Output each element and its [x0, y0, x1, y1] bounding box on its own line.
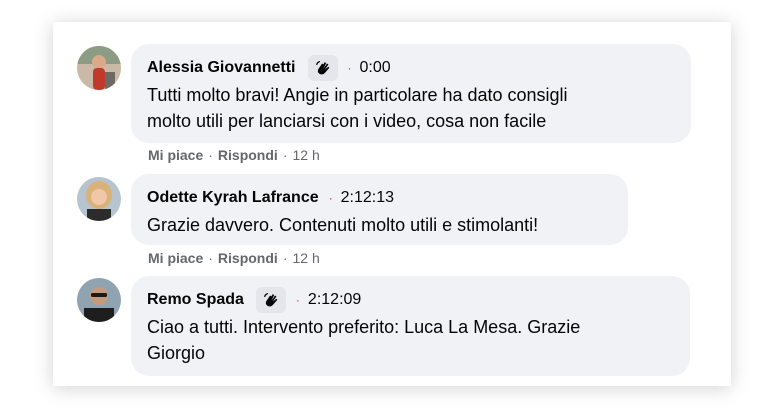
avatar[interactable]: [77, 177, 121, 221]
comment-bubble: Alessia Giovannetti · 0:00 Tutti molto b…: [131, 44, 691, 143]
comment-text: Tutti molto bravi! Angie in particolare …: [147, 85, 568, 131]
comment-bubble: Odette Kyrah Lafrance · 2:12:13 Grazie d…: [131, 174, 628, 245]
timestamp[interactable]: 2:12:13: [341, 189, 394, 207]
sign-language-hand-icon[interactable]: [307, 55, 338, 81]
dot-separator: ·: [208, 147, 213, 163]
comment-text: Ciao a tutti. Intervento preferito: Luca…: [147, 317, 581, 363]
comments-panel: Alessia Giovannetti · 0:00 Tutti molto b…: [53, 22, 731, 386]
like-button[interactable]: Mi piace: [148, 147, 203, 163]
like-button[interactable]: Mi piace: [148, 250, 203, 266]
comment-text: Grazie davvero. Contenuti molto utili e …: [147, 215, 539, 235]
reply-button[interactable]: Rispondi: [218, 147, 278, 163]
author-name[interactable]: Remo Spada: [147, 291, 244, 309]
author-name[interactable]: Odette Kyrah Lafrance: [147, 189, 319, 207]
dot-separator: ·: [208, 250, 213, 266]
sign-language-hand-icon[interactable]: [255, 287, 286, 313]
timestamp[interactable]: 2:12:09: [308, 291, 361, 309]
comment-bubble: Remo Spada · 2:12:09 Ciao a tutti. Inter…: [131, 276, 690, 376]
author-name[interactable]: Alessia Giovannetti: [147, 59, 296, 77]
comment-actions: Mi piace · Rispondi · 12 h: [148, 147, 320, 163]
avatar[interactable]: [77, 46, 121, 90]
dot-separator: ·: [295, 293, 300, 307]
reply-button[interactable]: Rispondi: [218, 250, 278, 266]
avatar[interactable]: [77, 278, 121, 322]
timestamp[interactable]: 0:00: [360, 59, 391, 77]
dot-separator: ·: [282, 250, 288, 266]
comment-age[interactable]: 12 h: [292, 147, 319, 163]
dot-separator: ·: [328, 191, 333, 205]
comment-age[interactable]: 12 h: [292, 250, 319, 266]
dot-separator: ·: [282, 147, 288, 163]
comment-actions: Mi piace · Rispondi · 12 h: [148, 250, 320, 266]
dot-separator: ·: [347, 61, 352, 75]
